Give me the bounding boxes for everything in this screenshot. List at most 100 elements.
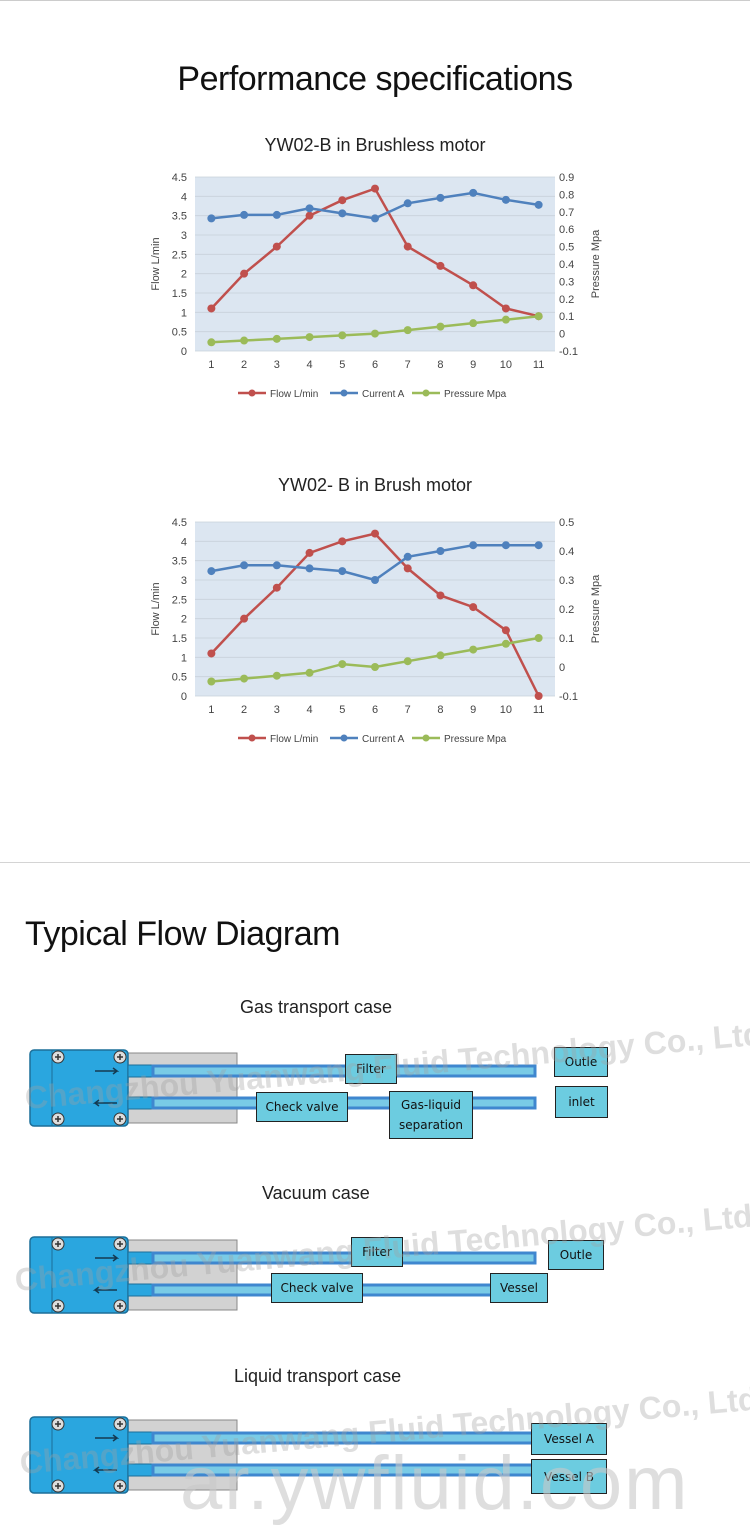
y-tick-label: 4.5 (172, 517, 187, 529)
legend-marker (422, 389, 430, 397)
data-point (534, 692, 543, 700)
data-point (338, 331, 347, 340)
y2-tick-label: 0 (559, 662, 565, 674)
data-point (534, 200, 543, 209)
chart1-title: YW02-B in Brushless motor (264, 135, 486, 155)
y2-axis-label: Pressure Mpa (590, 574, 602, 643)
y2-tick-label: 0.8 (559, 189, 574, 201)
watermark-site: ar.ywfluid.com (180, 1441, 690, 1526)
data-point (338, 567, 347, 576)
data-point (469, 541, 478, 550)
data-point (501, 639, 510, 648)
y2-tick-label: 0.7 (559, 207, 574, 219)
y-tick-label: 2.5 (172, 594, 187, 606)
data-point (305, 668, 314, 677)
legend-label: Current A (362, 734, 405, 745)
y2-tick-label: 0.2 (559, 604, 574, 616)
data-point (403, 657, 412, 666)
data-point (534, 541, 543, 550)
data-point (240, 336, 249, 345)
data-point (305, 211, 314, 220)
data-point (240, 614, 249, 623)
legend-label: Flow L/min (270, 389, 318, 400)
x-tick-label: 8 (437, 359, 443, 371)
y-tick-label: 3 (181, 575, 187, 587)
data-point (272, 583, 281, 592)
x-tick-label: 5 (339, 704, 345, 716)
y2-tick-label: 0.3 (559, 276, 574, 288)
y-tick-label: 1.5 (172, 633, 187, 645)
y-tick-label: 1 (181, 652, 187, 664)
data-point (501, 315, 510, 324)
y-axis-label: Flow L/min (150, 582, 162, 635)
data-point (272, 561, 281, 570)
flow-diagram-title: Typical Flow Diagram (25, 915, 340, 953)
legend-label: Current A (362, 389, 405, 400)
y-tick-label: 4.5 (172, 172, 187, 184)
y-tick-label: 0.5 (172, 327, 187, 339)
data-point (469, 645, 478, 654)
x-tick-label: 2 (241, 704, 247, 716)
data-point (371, 214, 379, 223)
data-point (436, 547, 445, 555)
y-tick-label: 3.5 (172, 556, 187, 568)
data-point (305, 564, 314, 573)
y-tick-label: 4 (181, 536, 187, 548)
y2-tick-label: 0.6 (559, 224, 574, 236)
data-point (338, 537, 347, 546)
data-point (338, 209, 347, 218)
x-tick-label: 9 (470, 704, 476, 716)
y-tick-label: 1 (181, 307, 187, 319)
y-tick-label: 3 (181, 230, 187, 242)
data-point (436, 651, 445, 660)
gas-case-title: Gas transport case (240, 997, 393, 1017)
page-title: Performance specifications (177, 60, 573, 98)
legend-marker (248, 734, 256, 742)
label-gas-liquid-separation: Gas-liquid separation (389, 1091, 473, 1139)
data-point (207, 567, 216, 576)
x-tick-label: 10 (500, 704, 512, 716)
data-point (469, 281, 478, 290)
y-tick-label: 3.5 (172, 211, 187, 223)
y2-axis-label: Pressure Mpa (590, 229, 602, 298)
y-tick-label: 1.5 (172, 288, 187, 300)
chart-brush: 0 0.5 1 1.5 2 2.5 3 3.5 4 4.5 -0.1 0 0.1 0.2 0.3 0.4 0.5… (140, 510, 610, 750)
label-inlet: inlet (555, 1086, 608, 1118)
data-point (436, 322, 445, 331)
label-check-valve: Check valve (271, 1273, 363, 1303)
data-point (240, 210, 249, 219)
data-point (534, 634, 543, 642)
y-tick-label: 4 (181, 191, 187, 203)
label-check-valve: Check valve (256, 1092, 348, 1122)
y2-tick-label: 0.9 (559, 172, 574, 184)
legend-label: Pressure Mpa (444, 734, 507, 745)
y2-tick-label: 0.1 (559, 311, 574, 323)
data-point (207, 677, 216, 686)
data-point (436, 261, 445, 270)
x-tick-label: 1 (208, 704, 214, 716)
liquid-case-title: Liquid transport case (234, 1366, 402, 1386)
data-point (207, 338, 216, 347)
x-tick-label: 7 (405, 704, 411, 716)
data-point (305, 548, 314, 557)
data-point (305, 204, 314, 213)
data-point (501, 541, 510, 550)
y2-tick-label: -0.1 (559, 346, 578, 358)
chart-svg: 0 0.5 1 1.5 2 2.5 3 3.5 4 4.5 -0.1 0 0.1 0.2 0.3 0.4 0.5… (150, 172, 602, 400)
data-point (371, 329, 379, 338)
data-point (436, 591, 445, 600)
y2-tick-label: 0.1 (559, 633, 574, 645)
x-tick-label: 4 (306, 359, 312, 371)
data-point (338, 196, 347, 205)
data-point (371, 529, 379, 538)
x-tick-label: 1 (208, 359, 214, 371)
data-point (501, 195, 510, 204)
data-point (272, 210, 281, 219)
label-vessel: Vessel (490, 1273, 548, 1303)
data-point (501, 304, 510, 313)
chart-svg: 0 0.5 1 1.5 2 2.5 3 3.5 4 4.5 -0.1 0 0.1 0.2 0.3 0.4 0.5… (150, 517, 602, 745)
y2-tick-label: 0.2 (559, 294, 574, 306)
x-tick-label: 4 (306, 704, 312, 716)
top-divider (0, 0, 750, 1)
data-point (371, 576, 379, 584)
